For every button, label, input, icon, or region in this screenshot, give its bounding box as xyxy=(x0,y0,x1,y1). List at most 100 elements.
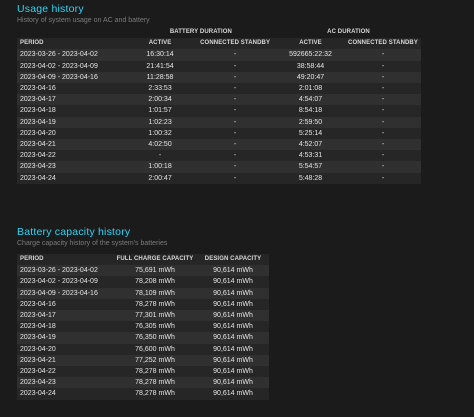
full-charge-capacity-cell: 78,278 mWh xyxy=(135,300,175,308)
battery-standby-cell: - xyxy=(233,163,237,171)
ac-active-cell: 8:54:18 xyxy=(298,107,323,115)
battery-active-cell: 1:02:23 xyxy=(148,118,172,126)
battery-active-cell: 2:00:34 xyxy=(148,96,172,104)
table-row: 2023-04-17 77,301 mWh 90,614 mWh xyxy=(17,310,269,322)
period-cell: 2023-04-21 xyxy=(20,356,56,364)
full-charge-capacity-cell: 78,109 mWh xyxy=(135,289,175,297)
full-charge-capacity-cell: 76,350 mWh xyxy=(135,334,175,342)
col-header-battery-standby: CONNECTED STANDBY xyxy=(200,40,271,47)
ac-standby-cell: - xyxy=(381,118,385,126)
table-row: 2023-04-18 1:01:57 - 8:54:18 - xyxy=(17,105,421,117)
period-cell: 2023-04-09 - 2023-04-16 xyxy=(20,73,98,81)
table-row: 2023-04-09 - 2023-04-16 78,109 mWh 90,614 … xyxy=(17,287,269,299)
ac-active-cell: 38:58:44 xyxy=(296,62,325,70)
table-row: 2023-03-26 - 2023-04-02 16:30:14 - 592665:2… xyxy=(17,49,421,61)
battery-standby-cell: - xyxy=(233,107,237,115)
full-charge-capacity-cell: 75,691 mWh xyxy=(135,267,175,275)
battery-standby-cell: - xyxy=(233,118,237,126)
design-capacity-cell: 90,614 mWh xyxy=(213,379,253,387)
battery-active-cell: 11:28:58 xyxy=(146,73,174,81)
battery-standby-cell: - xyxy=(233,96,237,104)
period-cell: 2023-04-24 xyxy=(20,174,56,182)
table-row: 2023-04-21 4:02:50 - 4:52:07 - xyxy=(17,139,421,151)
full-charge-capacity-cell: 78,278 mWh xyxy=(135,390,175,398)
table-row: 2023-04-23 1:00:18 - 5:54:57 - xyxy=(17,161,421,173)
table-row: 2023-04-02 - 2023-04-09 21:41:54 - 38:58:44… xyxy=(17,60,421,72)
battery-capacity-subtitle: Charge capacity history of the system's … xyxy=(17,240,168,247)
battery-standby-cell: - xyxy=(233,152,237,160)
period-cell: 2023-04-20 xyxy=(20,129,56,137)
design-capacity-cell: 90,614 mWh xyxy=(213,368,253,376)
full-charge-capacity-cell: 76,600 mWh xyxy=(135,345,175,353)
ac-standby-cell: - xyxy=(381,85,385,93)
usage-history-section: Usage history History of system usage on… xyxy=(17,3,150,25)
battery-standby-cell: - xyxy=(233,85,237,93)
full-charge-capacity-cell: 76,305 mWh xyxy=(135,323,175,331)
ac-standby-cell: - xyxy=(381,51,385,59)
table-row: 2023-04-09 - 2023-04-16 11:28:58 - 49:20:47… xyxy=(17,71,421,84)
period-cell: 2023-03-26 - 2023-04-02 xyxy=(20,51,98,59)
design-capacity-cell: 90,614 mWh xyxy=(213,278,253,286)
period-cell: 2023-04-21 xyxy=(20,141,56,149)
period-cell: 2023-04-20 xyxy=(20,345,56,353)
battery-active-cell: 1:00:18 xyxy=(148,163,172,171)
table-row: 2023-04-02 - 2023-04-09 78,208 mWh 90,614 … xyxy=(17,276,269,288)
col-header-period: PERIOD xyxy=(20,40,44,47)
ac-active-cell: 592665:22:32 xyxy=(289,51,332,59)
ac-active-cell: 2:01:08 xyxy=(298,85,323,93)
battery-standby-cell: - xyxy=(233,62,237,70)
ac-standby-cell: - xyxy=(381,73,385,81)
period-cell: 2023-04-02 - 2023-04-09 xyxy=(20,62,98,70)
cap-col-header-full-charge: FULL CHARGE CAPACITY xyxy=(116,256,194,262)
battery-capacity-table: PERIOD FULL CHARGE CAPACITY DESIGN CAPAC… xyxy=(17,254,269,400)
table-row: 2023-04-20 1:00:32 - 5:25:14 - xyxy=(17,127,421,140)
battery-duration-group-header: BATTERY DURATION xyxy=(169,29,232,35)
full-charge-capacity-cell: 78,208 mWh xyxy=(135,278,175,286)
ac-standby-cell: - xyxy=(381,62,385,70)
battery-active-cell: 16:30:14 xyxy=(146,51,174,59)
full-charge-capacity-cell: 78,278 mWh xyxy=(135,368,175,376)
battery-active-cell: 21:41:54 xyxy=(146,62,174,70)
table-row: 2023-04-19 76,350 mWh 90,614 mWh xyxy=(17,332,269,344)
ac-standby-cell: - xyxy=(381,107,385,115)
table-row: 2023-04-18 76,305 mWh 90,614 mWh xyxy=(17,321,269,333)
design-capacity-cell: 90,614 mWh xyxy=(213,323,253,331)
battery-standby-cell: - xyxy=(233,51,237,59)
table-row: 2023-04-16 78,278 mWh 90,614 mWh xyxy=(17,298,269,311)
design-capacity-cell: 90,614 mWh xyxy=(213,300,253,308)
ac-standby-cell: - xyxy=(381,141,385,149)
ac-standby-cell: - xyxy=(381,152,385,160)
period-cell: 2023-04-22 xyxy=(20,368,56,376)
col-header-ac-active: ACTIVE xyxy=(299,40,322,47)
ac-active-cell: 49:20:47 xyxy=(296,73,325,81)
table-row: 2023-04-22 - - 4:53:31 - xyxy=(17,150,421,162)
ac-active-cell: 4:52:07 xyxy=(298,141,323,149)
ac-active-cell: 2:59:50 xyxy=(298,118,323,126)
design-capacity-cell: 90,614 mWh xyxy=(213,356,253,364)
battery-active-cell: 2:33:53 xyxy=(148,85,172,93)
design-capacity-cell: 90,614 mWh xyxy=(213,345,253,353)
period-cell: 2023-04-18 xyxy=(20,323,56,331)
design-capacity-cell: 90,614 mWh xyxy=(213,312,253,320)
battery-active-cell: 1:01:57 xyxy=(148,107,172,115)
ac-active-cell: 4:54:07 xyxy=(298,96,323,104)
period-cell: 2023-04-02 - 2023-04-09 xyxy=(20,278,98,286)
col-header-battery-active: ACTIVE xyxy=(148,40,172,47)
ac-active-cell: 5:25:14 xyxy=(298,129,323,137)
ac-standby-cell: - xyxy=(381,163,385,171)
cap-col-header-period: PERIOD xyxy=(20,256,44,262)
cap-col-header-design: DESIGN CAPACITY xyxy=(204,256,262,262)
table-row: 2023-04-24 78,278 mWh 90,614 mWh xyxy=(17,388,269,400)
ac-duration-group-header: AC DURATION xyxy=(327,29,370,35)
table-row: 2023-04-17 2:00:34 - 4:54:07 - xyxy=(17,94,421,106)
usage-history-title: Usage history xyxy=(17,3,84,15)
table-row: 2023-04-21 77,252 mWh 90,614 mWh xyxy=(17,354,269,367)
design-capacity-cell: 90,614 mWh xyxy=(213,289,253,297)
table-row: 2023-03-26 - 2023-04-02 75,691 mWh 90,614 … xyxy=(17,265,269,277)
battery-active-cell: 1:00:32 xyxy=(148,129,172,137)
period-cell: 2023-04-19 xyxy=(20,118,56,126)
period-cell: 2023-04-16 xyxy=(20,85,56,93)
period-cell: 2023-04-23 xyxy=(20,379,56,387)
table-row: 2023-04-20 76,600 mWh 90,614 mWh xyxy=(17,343,269,355)
period-cell: 2023-04-22 xyxy=(20,152,56,160)
